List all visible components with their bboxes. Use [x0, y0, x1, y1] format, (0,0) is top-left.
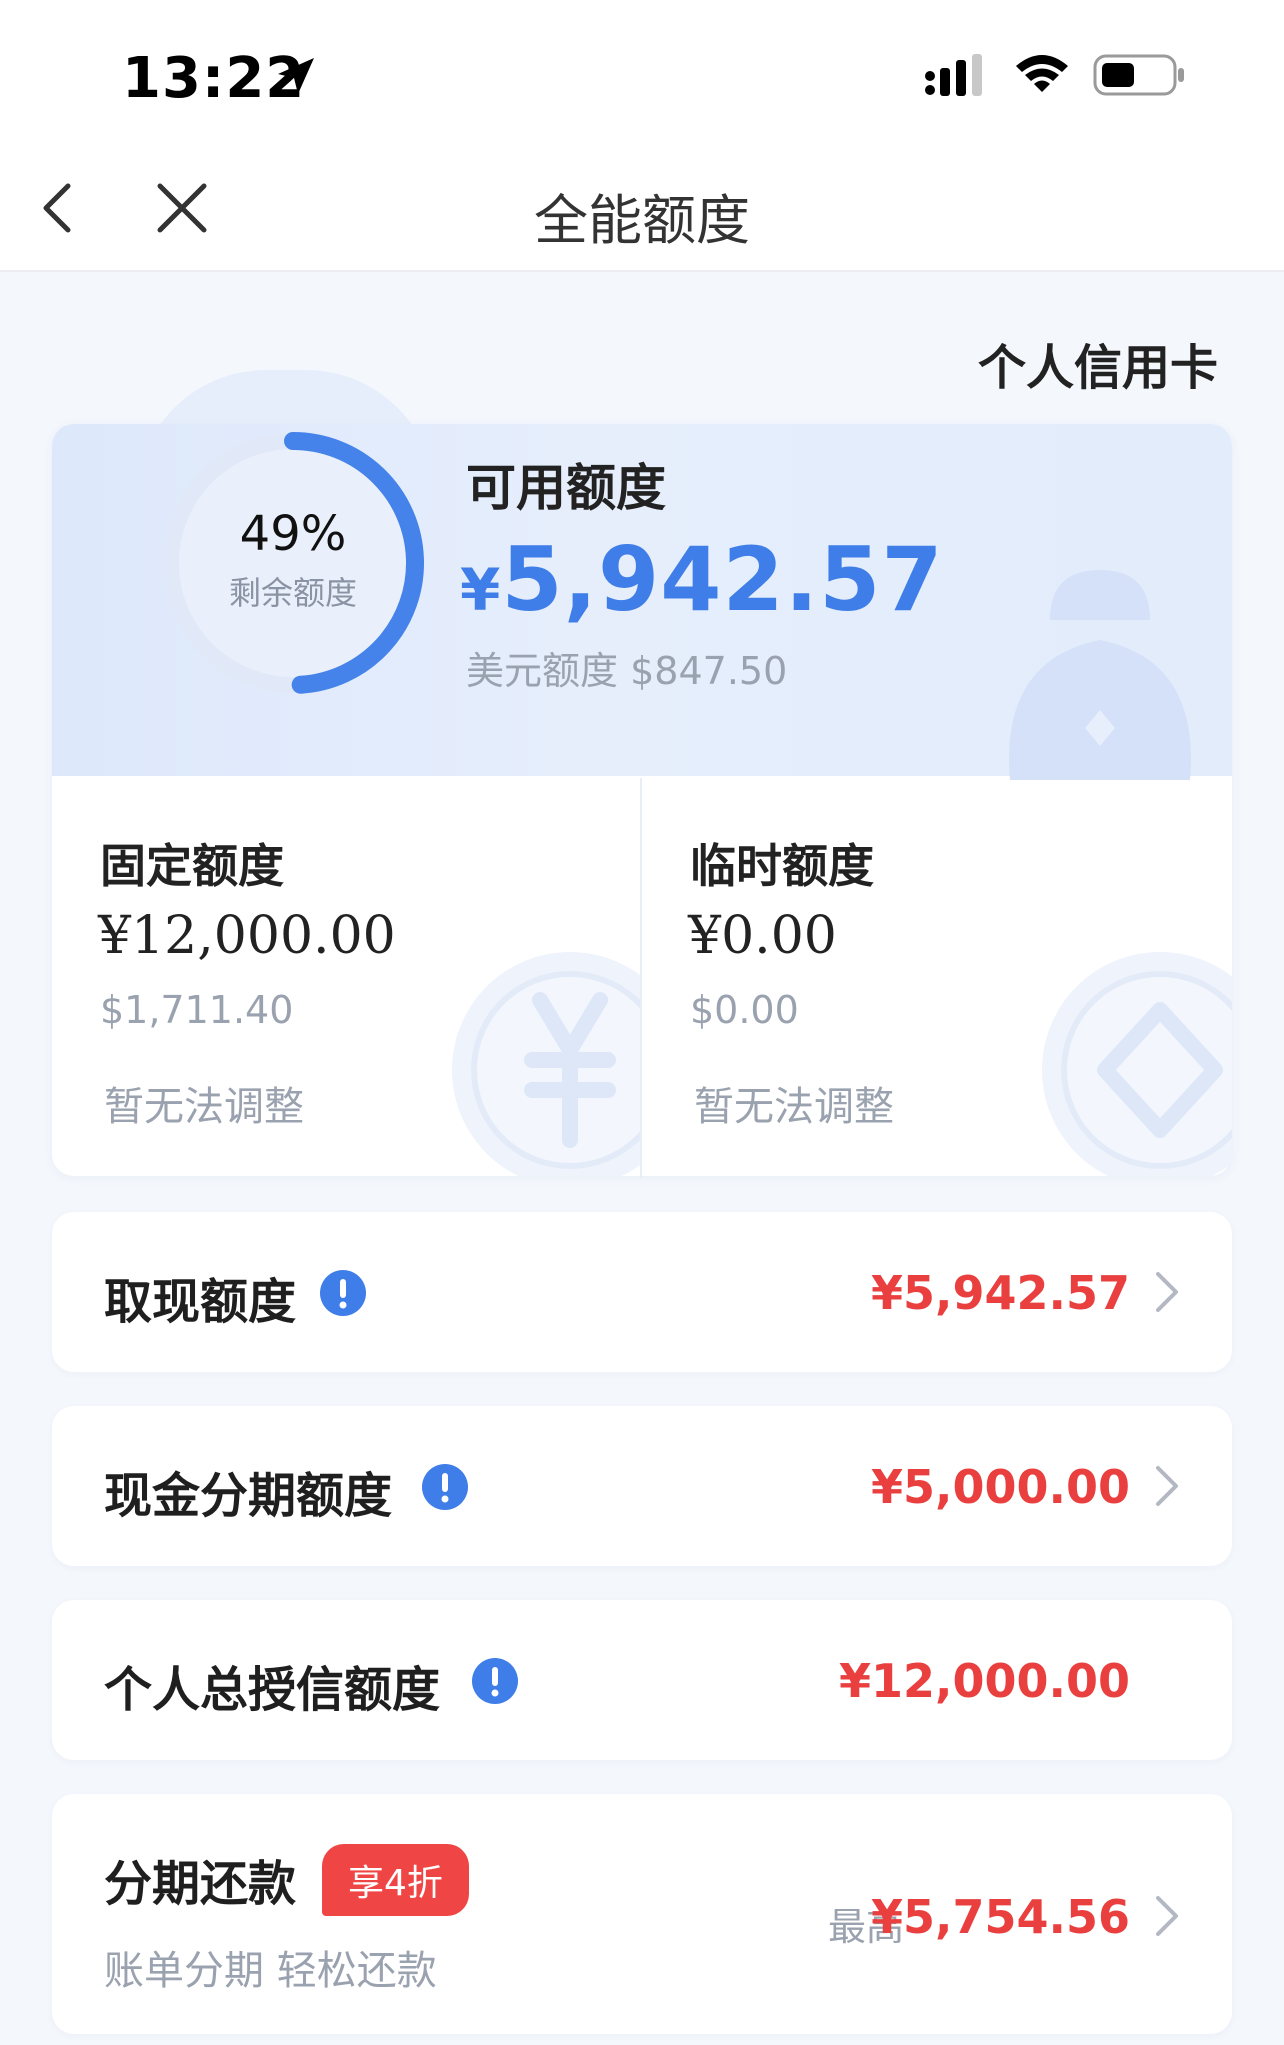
cash-withdrawal-limit-row[interactable]: 取现额度 ¥5,942.57 — [52, 1212, 1232, 1372]
temp-credit-title: 临时额度 — [690, 839, 874, 893]
nav-bar: 全能额度 — [0, 140, 1284, 272]
yuan-coin-decoration-icon — [452, 952, 640, 1176]
remaining-label: 剩余额度 — [228, 574, 357, 612]
info-icon[interactable] — [472, 1658, 518, 1704]
column-divider — [640, 778, 642, 1178]
money-bag-decoration-icon — [1009, 570, 1191, 780]
wifi-icon — [1016, 55, 1068, 92]
row-label: 现金分期额度 — [104, 1468, 393, 1524]
available-amount-value: 5,942.57 — [501, 528, 944, 631]
remaining-credit-gauge — [163, 432, 425, 694]
discount-badge: 享4折 — [322, 1844, 469, 1916]
status-bar: 13:22 — [0, 0, 1284, 140]
row-value: ¥5,942.57 — [871, 1266, 1130, 1320]
info-icon[interactable] — [422, 1464, 468, 1510]
location-arrow-icon — [278, 58, 314, 94]
installment-repayment-row[interactable]: 分期还款 享4折 账单分期 轻松还款 最高 ¥5,754.56 — [52, 1794, 1232, 2034]
row-subtitle: 账单分期 轻松还款 — [104, 1948, 437, 1994]
total-credit-limit-row: 个人总授信额度 ¥12,000.00 — [52, 1600, 1232, 1760]
usd-credit-line: 美元额度 $847.50 — [466, 640, 787, 695]
remaining-percent: 49% — [239, 506, 347, 562]
row-label: 个人总授信额度 — [104, 1662, 441, 1718]
diamond-coin-decoration-icon — [1042, 952, 1232, 1176]
row-label: 分期还款 — [104, 1856, 297, 1912]
temp-credit-amount: ¥0.00 — [688, 906, 837, 966]
row-label: 取现额度 — [104, 1274, 297, 1330]
card-type-selector[interactable]: 个人信用卡 — [978, 328, 1218, 398]
cash-installment-limit-row[interactable]: 现金分期额度 ¥5,000.00 — [52, 1406, 1232, 1566]
info-icon[interactable] — [320, 1270, 366, 1316]
fixed-credit-note: 暂无法调整 — [104, 1084, 304, 1130]
fixed-credit-usd: $1,711.40 — [100, 988, 294, 1032]
temp-credit-note: 暂无法调整 — [694, 1084, 894, 1130]
usd-credit-label: 美元额度 — [466, 649, 619, 693]
chevron-right-icon — [1156, 1272, 1178, 1312]
row-value: ¥5,754.56 — [871, 1890, 1130, 1944]
battery-icon — [1093, 54, 1184, 96]
usd-credit-amount: $847.50 — [630, 649, 788, 693]
fixed-credit-amount: ¥12,000.00 — [98, 906, 396, 966]
row-value: ¥5,000.00 — [871, 1460, 1130, 1514]
available-credit-amount: ¥5,942.57 — [460, 528, 944, 631]
chevron-right-icon — [1156, 1466, 1178, 1506]
chevron-right-icon — [1156, 1896, 1178, 1936]
temp-credit-usd: $0.00 — [690, 988, 799, 1032]
page-title: 全能额度 — [534, 189, 750, 252]
fixed-credit-title: 固定额度 — [100, 839, 284, 893]
row-value: ¥12,000.00 — [838, 1654, 1130, 1708]
available-credit-title: 可用额度 — [466, 459, 666, 517]
currency-symbol: ¥ — [460, 556, 502, 624]
cellular-signal-icon — [925, 54, 982, 96]
